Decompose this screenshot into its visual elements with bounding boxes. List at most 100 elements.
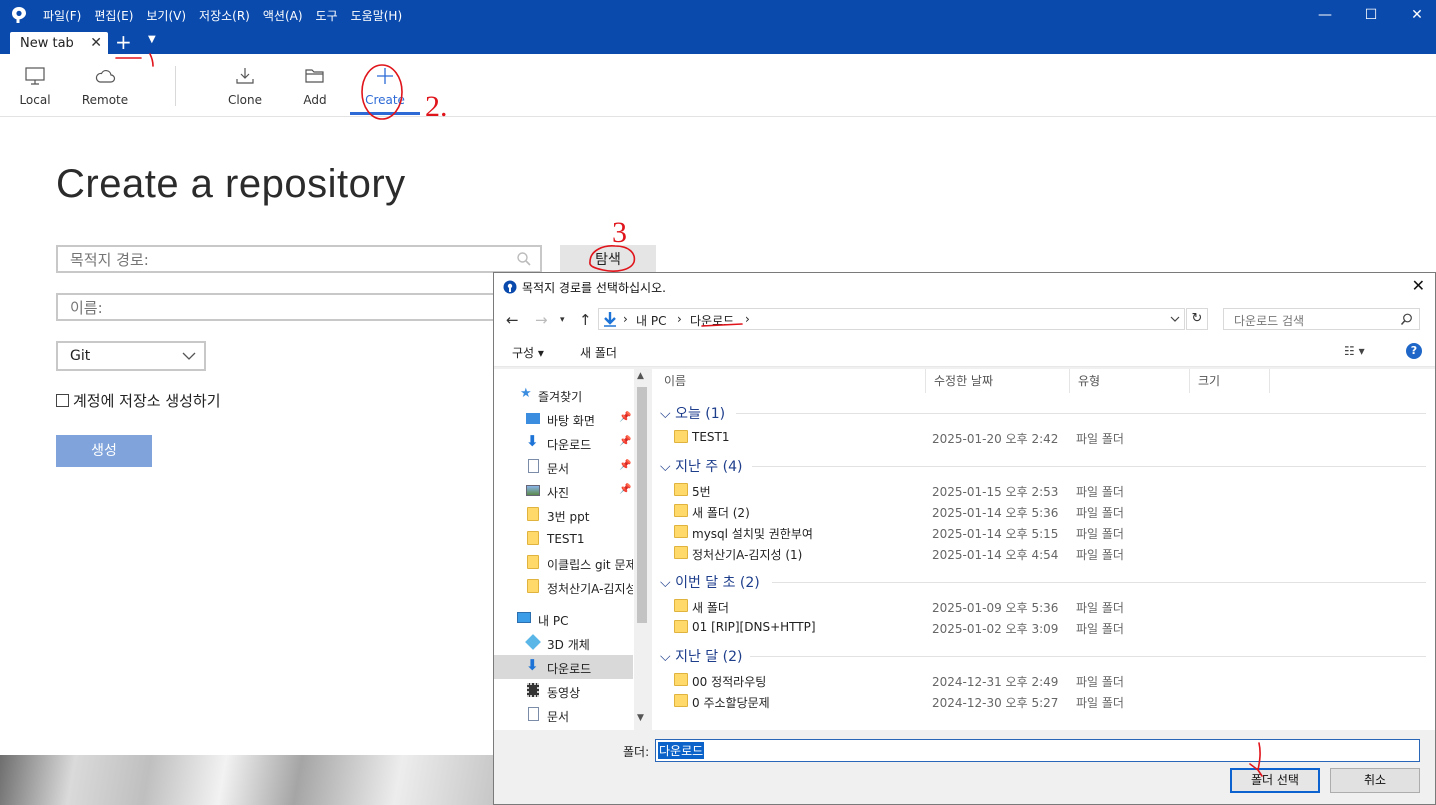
column-header-modified[interactable]: 수정한 날짜 [926,369,1070,393]
folder-icon [674,430,688,443]
toolbar: Local Remote Clone Add Create [0,54,1436,117]
title-bar: 파일(F) 편집(E) 보기(V) 저장소(R) 액션(A) 도구 도움말(H)… [0,0,1436,30]
nav-3d-objects[interactable]: 3D 개체 [494,631,633,655]
refresh-icon[interactable]: ↻ [1186,308,1208,330]
maximize-button[interactable]: ☐ [1348,0,1394,30]
back-arrow-icon[interactable]: ← [506,311,519,329]
up-arrow-icon[interactable]: ↑ [579,311,592,329]
browse-button[interactable]: 탐색 [560,245,656,275]
address-chevron-down-icon[interactable] [1170,315,1180,323]
column-header-size[interactable]: 크기 [1190,369,1270,393]
menu-file[interactable]: 파일(F) [43,7,81,24]
nav-desktop[interactable]: 바탕 화면 📌 [494,407,633,431]
folder-icon [527,579,539,593]
recent-chevron-down-icon[interactable]: ▾ [560,315,565,325]
menu-actions[interactable]: 액션(A) [263,7,303,24]
breadcrumb-downloads[interactable]: 다운로드 [690,312,734,329]
remote-button[interactable]: Remote [78,54,132,116]
collapse-chevron-icon: ⌵ [660,459,676,475]
create-on-account-checkbox[interactable]: 계정에 저장소 생성하기 [56,390,221,411]
file-row[interactable]: 새 폴더 (2) 2025-01-14 오후 5:36 파일 폴더 [670,501,1430,521]
organize-button[interactable]: 구성 ▾ [512,344,544,361]
address-bar[interactable]: › 내 PC › 다운로드 › [598,308,1185,330]
menu-view[interactable]: 보기(V) [146,7,186,24]
create-button-tab[interactable]: Create [350,54,420,116]
select-folder-button[interactable]: 폴더 선택 [1230,768,1320,793]
file-row[interactable]: 00 정적라우팅 2024-12-31 오후 2:49 파일 폴더 [670,670,1430,690]
destination-path-field[interactable] [56,245,542,273]
repo-name-input[interactable] [58,295,512,321]
cancel-button[interactable]: 취소 [1330,768,1420,793]
checkbox-box[interactable] [56,394,69,407]
dialog-close-icon[interactable]: ✕ [1412,276,1425,295]
scrollbar-thumb[interactable] [637,387,647,623]
tab-new-tab[interactable]: New tab ✕ [10,32,108,54]
folder-icon [674,694,688,707]
folder-icon [674,620,688,633]
scroll-down-icon[interactable]: ▼ [637,713,644,723]
add-tab-button[interactable]: + [115,31,132,53]
nav-documents-pc[interactable]: 문서 [494,703,633,727]
folder-open-icon [305,69,324,83]
nav-downloads-pc[interactable]: ⬇ 다운로드 [494,655,633,679]
menu-edit[interactable]: 편집(E) [94,7,133,24]
group-header[interactable]: ⌵ 이번 달 초 (2) [660,572,760,592]
destination-path-input[interactable] [58,247,512,273]
file-row[interactable]: 정처산기A-김지성 (1) 2025-01-14 오후 4:54 파일 폴더 [670,543,1430,563]
file-row[interactable]: 0 주소할당문제 2024-12-30 오후 5:27 파일 폴더 [670,691,1430,711]
folder-input[interactable]: 다운로드 [655,739,1420,762]
create-label: Create [365,93,405,107]
create-button[interactable]: 생성 [56,435,152,467]
menu-tools[interactable]: 도구 [316,7,338,24]
nav-videos[interactable]: 동영상 [494,679,633,703]
breadcrumb-my-pc[interactable]: 내 PC [636,312,666,329]
menu-help[interactable]: 도움말(H) [351,7,403,24]
column-header-name[interactable]: 이름 [656,369,926,393]
tab-close-icon[interactable]: ✕ [90,35,102,51]
group-header[interactable]: ⌵ 지난 달 (2) [660,646,742,666]
column-header-type[interactable]: 유형 [1070,369,1190,393]
menu-repository[interactable]: 저장소(R) [199,7,250,24]
dialog-search-box[interactable]: 다운로드 검색 [1223,308,1420,330]
file-row[interactable]: 01 [RIP][DNS+HTTP] 2025-01-02 오후 3:09 파일… [670,617,1430,637]
create-on-account-label: 계정에 저장소 생성하기 [73,392,221,410]
nav-this-pc[interactable]: 내 PC [494,607,633,631]
background-image [0,755,495,805]
file-row[interactable]: 새 폴더 2025-01-09 오후 5:36 파일 폴더 [670,596,1430,616]
group-header[interactable]: ⌵ 지난 주 (4) [660,456,742,476]
nav-folder[interactable]: 정처산기A-김지성 [494,575,633,599]
nav-downloads[interactable]: ⬇ 다운로드 📌 [494,431,633,455]
nav-folder[interactable]: 3번 ppt [494,503,633,527]
add-button[interactable]: Add [290,54,340,116]
scroll-up-icon[interactable]: ▲ [637,371,644,381]
view-options-button[interactable]: ☷ ▾ [1344,344,1365,358]
nav-scrollbar[interactable]: ▲ ▼ [634,369,650,730]
download-icon [604,312,616,327]
pin-icon: 📌 [619,484,632,495]
nav-documents[interactable]: 문서 📌 [494,455,633,479]
forward-arrow-icon[interactable]: → [535,311,548,329]
file-row[interactable]: mysql 설치및 권한부여 2025-01-14 오후 5:15 파일 폴더 [670,522,1430,542]
repo-name-field[interactable] [56,293,542,321]
file-row[interactable]: TEST1 2025-01-20 오후 2:42 파일 폴더 [670,427,1430,447]
local-button[interactable]: Local [10,54,60,116]
folder-icon [674,599,688,612]
new-folder-button[interactable]: 새 폴더 [580,344,617,361]
minimize-button[interactable]: — [1302,0,1348,30]
nav-pictures[interactable]: 사진 📌 [494,479,633,503]
vcs-type-select[interactable]: Git [56,341,206,371]
clone-button[interactable]: Clone [220,54,270,116]
nav-folder[interactable]: 이클립스 git 문제 [494,551,633,575]
vcs-type-value: Git [70,348,91,364]
tab-menu-chevron-down-icon[interactable]: ▼ [148,34,156,45]
nav-folder[interactable]: TEST1 [494,527,633,551]
nav-label: 이클립스 git 문제 [547,558,633,572]
close-button[interactable]: ✕ [1394,0,1436,30]
folder-icon [674,673,688,686]
nav-label: 즐겨찾기 [538,390,583,404]
nav-quick-access[interactable]: ★ 즐겨찾기 [494,383,633,407]
group-header[interactable]: ⌵ 오늘 (1) [660,403,725,423]
help-icon[interactable]: ? [1406,343,1422,359]
file-row[interactable]: 5번 2025-01-15 오후 2:53 파일 폴더 [670,480,1430,500]
download-icon: ⬇ [526,432,539,450]
